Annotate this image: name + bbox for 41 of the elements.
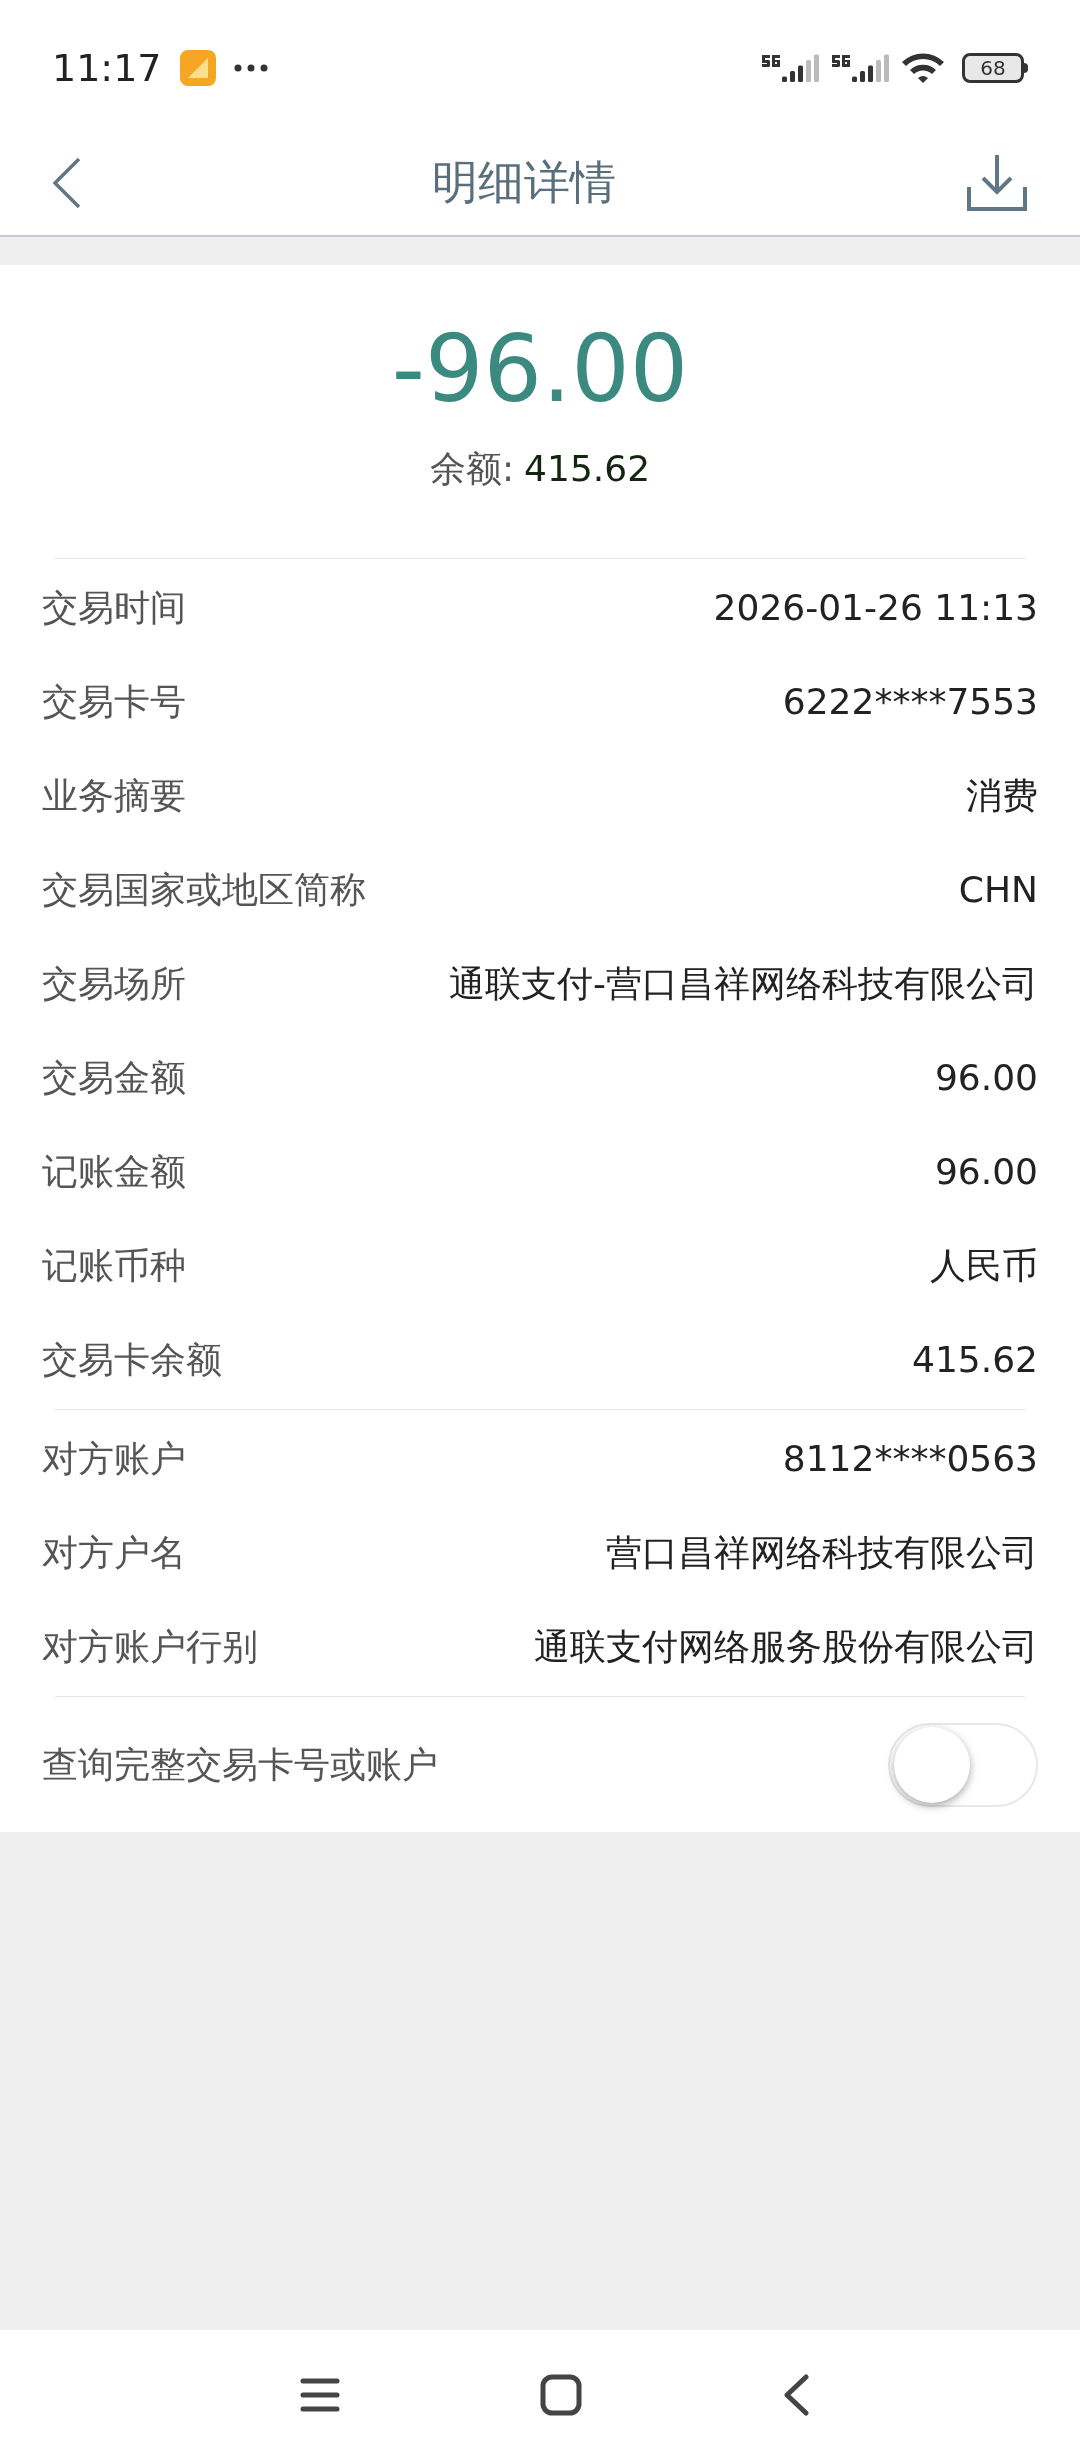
signal-icon: [760, 52, 822, 84]
transaction-amount: -96.00: [391, 315, 689, 425]
signal-icon: [830, 52, 892, 84]
detail-value: 96.00: [934, 1056, 1038, 1100]
detail-value: 人民币: [930, 1244, 1038, 1288]
status-time: 11:17: [52, 44, 162, 92]
detail-label: 对方账户行别: [42, 1625, 258, 1669]
detail-label: 对方账户: [42, 1437, 186, 1481]
home-icon[interactable]: [540, 2374, 582, 2416]
detail-label: 交易时间: [42, 586, 186, 630]
page-title: 明细详情: [432, 154, 616, 211]
battery-level: 68: [980, 58, 1006, 78]
gallery-icon: [179, 50, 216, 86]
detail-label: 业务摘要: [42, 774, 186, 818]
download-icon[interactable]: [966, 152, 1028, 213]
detail-label: 交易卡余额: [42, 1338, 222, 1382]
toggle-label: 查询完整交易卡号或账户: [42, 1742, 438, 1787]
detail-value: 2026-01-26 11:13: [713, 586, 1038, 630]
more-icon: [233, 64, 268, 72]
wifi-icon: [900, 51, 946, 85]
detail-label: 交易国家或地区简称: [42, 868, 366, 912]
menu-icon[interactable]: [300, 2377, 340, 2413]
detail-value: 96.00: [934, 1150, 1038, 1194]
back-icon[interactable]: [52, 156, 82, 209]
detail-value: 营口昌祥网络科技有限公司: [606, 1531, 1038, 1575]
detail-label: 对方户名: [42, 1531, 186, 1575]
detail-label: 交易金额: [42, 1056, 186, 1100]
detail-value: 通联支付-营口昌祥网络科技有限公司: [449, 962, 1038, 1006]
back-nav-icon[interactable]: [782, 2374, 810, 2416]
detail-value: 通联支付网络服务股份有限公司: [534, 1625, 1038, 1669]
detail-label: 交易场所: [42, 962, 186, 1006]
balance-label: 余额:: [429, 447, 515, 491]
detail-label: 交易卡号: [42, 680, 186, 724]
detail-value: 消费: [966, 774, 1038, 818]
detail-label: 记账币种: [42, 1244, 186, 1288]
detail-value: 8112****0563: [782, 1437, 1038, 1481]
detail-value: 6222****7553: [782, 680, 1038, 724]
balance-value: 415.62: [524, 447, 651, 491]
detail-value: CHN: [958, 868, 1038, 912]
detail-label: 记账金额: [42, 1150, 186, 1194]
detail-value: 415.62: [912, 1338, 1038, 1382]
